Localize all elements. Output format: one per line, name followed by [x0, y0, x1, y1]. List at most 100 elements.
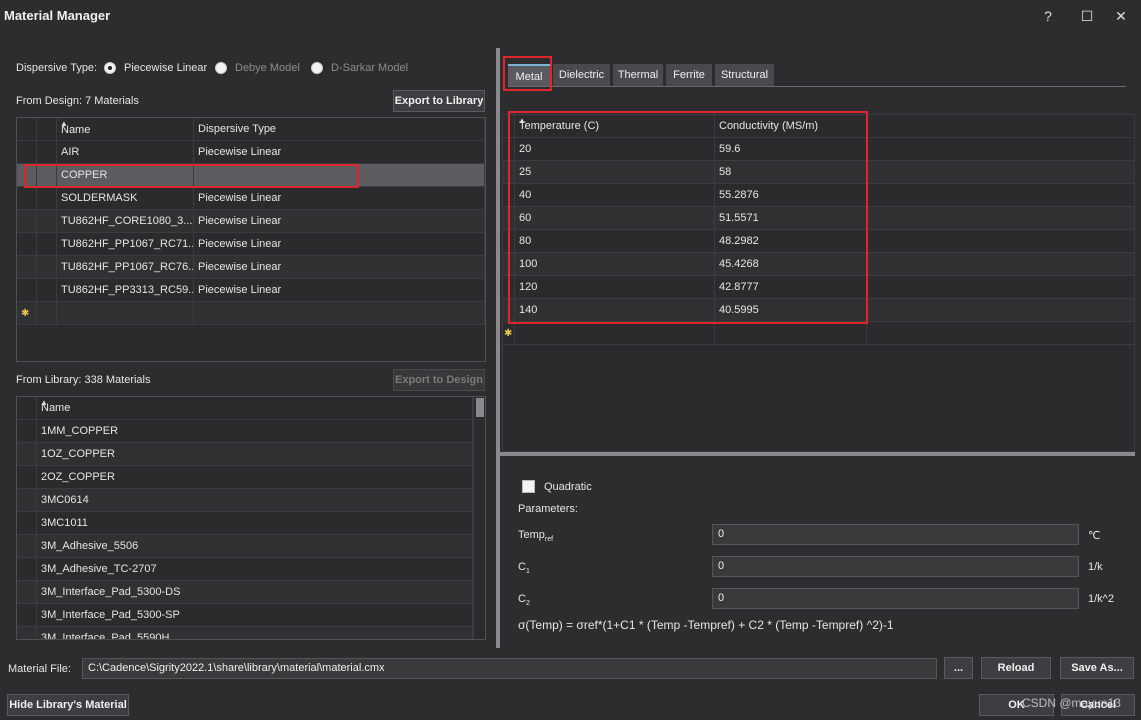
material-file-path[interactable]: C:\Cadence\Sigrity2022.1\share\library\m… [82, 658, 937, 679]
metal-table-header: Temperature (C) Conductivity (MS/m) [503, 115, 1134, 138]
c1-label: C1 [518, 561, 530, 576]
material-name: TU862HF_CORE1080_3... [57, 210, 194, 233]
new-row[interactable]: ✱ [17, 302, 485, 325]
material-name: AIR [57, 141, 194, 164]
table-row[interactable]: TU862HF_PP1067_RC71... Piecewise Linear [17, 233, 485, 256]
table-row[interactable]: AIR Piecewise Linear [17, 141, 485, 164]
material-type: Piecewise Linear [194, 256, 485, 279]
list-item[interactable]: 1MM_COPPER [17, 420, 473, 443]
material-type: Piecewise Linear [194, 141, 485, 164]
table-row[interactable]: 100 45.4268 [503, 253, 1134, 276]
hide-library-button[interactable]: Hide Library's Material [7, 694, 129, 716]
quadratic-label: Quadratic [544, 481, 592, 493]
design-heading: From Design: 7 Materials [16, 95, 139, 107]
new-row-icon: ✱ [17, 302, 37, 325]
help-button[interactable]: ? [1036, 6, 1060, 26]
material-file-label: Material File: [8, 663, 71, 675]
material-type: Piecewise Linear [194, 210, 485, 233]
export-to-library-button[interactable]: Export to Library [393, 90, 485, 112]
scrollbar-thumb[interactable] [476, 398, 484, 417]
list-item[interactable]: 2OZ_COPPER [17, 466, 473, 489]
design-grid-header: Name Dispersive Type [17, 118, 485, 141]
temp-ref-input[interactable]: 0 [712, 524, 1079, 545]
list-item[interactable]: 3M_Interface_Pad_5300-SP [17, 604, 473, 627]
list-item[interactable]: 3MC1011 [17, 512, 473, 535]
sort-arrow-icon: ▲ [518, 116, 526, 125]
vertical-splitter[interactable] [496, 48, 500, 648]
dispersive-type-label: Dispersive Type: [16, 62, 98, 74]
table-row[interactable]: 20 59.6 [503, 138, 1134, 161]
table-row[interactable]: TU862HF_PP3313_RC59... Piecewise Linear [17, 279, 485, 302]
radio-d-sarkar-model[interactable] [311, 62, 323, 74]
table-row[interactable]: 120 42.8777 [503, 276, 1134, 299]
table-row[interactable]: 60 51.5571 [503, 207, 1134, 230]
column-header-name[interactable]: Name [57, 118, 194, 141]
material-type: Piecewise Linear [194, 279, 485, 302]
material-name: TU862HF_PP3313_RC59... [57, 279, 194, 302]
table-row[interactable]: 140 40.5995 [503, 299, 1134, 322]
list-item[interactable]: 3M_Interface_Pad_5590H [17, 627, 473, 639]
tab-structural[interactable]: Structural [715, 64, 774, 86]
column-header-name[interactable]: Name [37, 397, 473, 420]
material-name: COPPER [57, 164, 194, 187]
parameters-label: Parameters: [518, 503, 578, 515]
library-scrollbar[interactable] [473, 397, 485, 639]
quadratic-checkbox[interactable] [522, 480, 535, 493]
watermark: CSDN @mayun13 [1022, 696, 1121, 710]
c2-input[interactable]: 0 [712, 588, 1079, 609]
library-grid-header: Name [17, 397, 473, 420]
sort-arrow-icon: ▲ [40, 398, 48, 407]
table-row[interactable]: 25 58 [503, 161, 1134, 184]
conductivity-formula: σ(Temp) = σref*(1+C1 * (Temp -Tempref) +… [518, 618, 894, 632]
list-item[interactable]: 3M_Adhesive_TC-2707 [17, 558, 473, 581]
material-name: SOLDERMASK [57, 187, 194, 210]
radio-debye-model[interactable] [215, 62, 227, 74]
c1-input[interactable]: 0 [712, 556, 1079, 577]
table-row[interactable]: SOLDERMASK Piecewise Linear [17, 187, 485, 210]
tab-dielectric[interactable]: Dielectric [553, 64, 610, 86]
table-row[interactable]: TU862HF_CORE1080_3... Piecewise Linear [17, 210, 485, 233]
design-materials-grid: Name Dispersive Type ▲ AIR Piecewise Lin… [16, 117, 486, 362]
horizontal-splitter[interactable] [500, 452, 1135, 456]
temp-ref-unit: ℃ [1088, 530, 1101, 542]
metal-table: Temperature (C) Conductivity (MS/m) ▲ 20… [502, 114, 1135, 452]
list-item[interactable]: 3M_Interface_Pad_5300-DS [17, 581, 473, 604]
list-item[interactable]: 3M_Adhesive_5506 [17, 535, 473, 558]
c1-unit: 1/k [1088, 561, 1103, 573]
material-name: TU862HF_PP1067_RC76... [57, 256, 194, 279]
piecewise-linear-label: Piecewise Linear [124, 62, 208, 74]
table-row[interactable]: 40 55.2876 [503, 184, 1134, 207]
sort-arrow-icon: ▲ [60, 119, 68, 128]
reload-button[interactable]: Reload [981, 657, 1051, 679]
list-item[interactable]: 3MC0614 [17, 489, 473, 512]
new-row[interactable]: ✱ [503, 322, 1134, 345]
tab-metal[interactable]: Metal [508, 64, 550, 86]
browse-button[interactable]: ... [944, 657, 973, 679]
material-name: TU862HF_PP1067_RC71... [57, 233, 194, 256]
export-to-design-button[interactable]: Export to Design [393, 369, 485, 391]
tab-underline [508, 86, 1126, 87]
table-row-selected[interactable]: COPPER [17, 164, 485, 187]
column-header-temperature[interactable]: Temperature (C) [515, 115, 715, 138]
column-header-dispersive-type[interactable]: Dispersive Type [194, 118, 485, 141]
radio-piecewise-linear[interactable] [104, 62, 116, 74]
table-row[interactable]: TU862HF_PP1067_RC76... Piecewise Linear [17, 256, 485, 279]
c2-label: C2 [518, 593, 530, 608]
list-item[interactable]: 1OZ_COPPER [17, 443, 473, 466]
library-materials-grid: Name ▲ 1MM_COPPER 1OZ_COPPER 2OZ_COPPER … [16, 396, 486, 640]
table-row[interactable]: 80 48.2982 [503, 230, 1134, 253]
new-row-icon: ✱ [503, 322, 515, 345]
material-type: Piecewise Linear [194, 187, 485, 210]
material-type [194, 164, 485, 187]
column-header-conductivity[interactable]: Conductivity (MS/m) [715, 115, 867, 138]
tab-ferrite[interactable]: Ferrite [666, 64, 712, 86]
title-bar [0, 0, 1141, 32]
save-as-button[interactable]: Save As... [1060, 657, 1134, 679]
temp-ref-label: Tempref [518, 529, 554, 544]
debye-model-label: Debye Model [235, 62, 300, 74]
maximize-button[interactable]: ☐ [1075, 6, 1099, 26]
c2-unit: 1/k^2 [1088, 593, 1114, 605]
tab-thermal[interactable]: Thermal [613, 64, 663, 86]
material-type: Piecewise Linear [194, 233, 485, 256]
close-button[interactable]: ✕ [1109, 6, 1133, 26]
